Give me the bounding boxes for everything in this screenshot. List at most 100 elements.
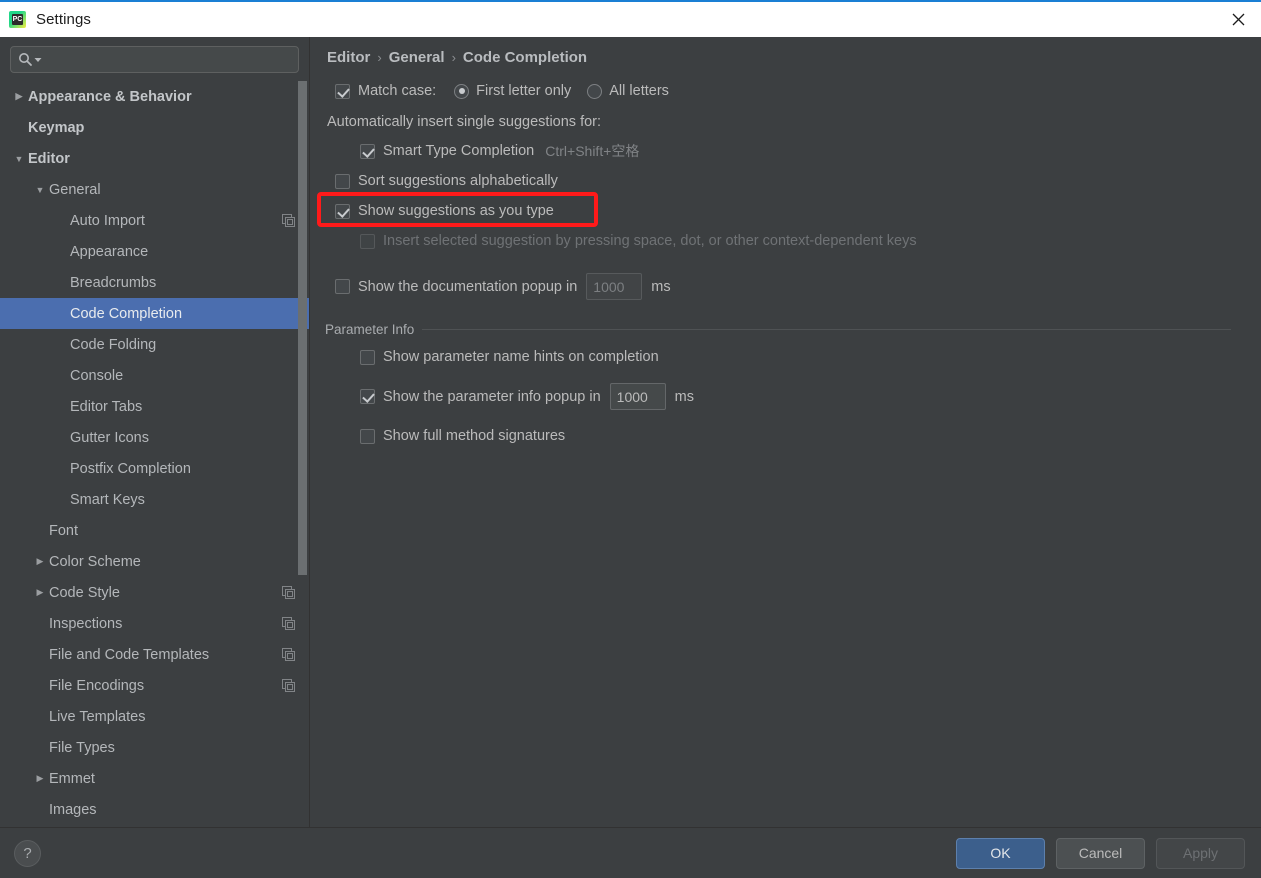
chevron-right-icon[interactable]: ▶: [31, 773, 49, 784]
sort-alphabetically-checkbox[interactable]: [335, 173, 350, 189]
doc-popup-unit: ms: [651, 278, 671, 295]
sidebar-scrollbar-thumb[interactable]: [298, 81, 307, 575]
breadcrumb-item-general[interactable]: General: [389, 49, 445, 66]
sidebar-item-file-types[interactable]: File Types: [0, 732, 309, 763]
window-title: Settings: [36, 11, 91, 28]
sidebar-item-editor[interactable]: ▼ Editor: [0, 143, 309, 174]
pycharm-icon: PC: [9, 11, 26, 28]
sidebar-item-label: Console: [70, 367, 124, 384]
breadcrumb-item-code-completion: Code Completion: [462, 49, 588, 66]
sidebar-item-label: Color Scheme: [49, 553, 141, 570]
sidebar-item-keymap[interactable]: Keymap: [0, 112, 309, 143]
sidebar-item-label: Inspections: [49, 615, 123, 632]
sidebar-item-label: Postfix Completion: [70, 460, 191, 477]
sidebar-scrollbar[interactable]: [298, 81, 307, 823]
sidebar-item-label: Breadcrumbs: [70, 274, 157, 291]
search-input[interactable]: [46, 52, 291, 67]
help-button[interactable]: ?: [14, 839, 41, 867]
sidebar-item-label: Live Templates: [49, 708, 146, 725]
sidebar-item-images[interactable]: Images: [0, 794, 309, 823]
breadcrumb: Editor › General › Code Completion: [325, 49, 1239, 66]
show-suggestions-checkbox[interactable]: [335, 203, 350, 219]
chevron-right-icon[interactable]: ▶: [31, 556, 49, 567]
sidebar-item-label: Smart Keys: [70, 491, 145, 508]
close-icon: [1232, 13, 1244, 26]
info-popup-delay-input[interactable]: [609, 383, 666, 410]
info-popup-label: Show the parameter info popup in: [383, 388, 601, 405]
sidebar-item-auto-import[interactable]: Auto Import: [0, 205, 309, 236]
sidebar-item-label: Font: [49, 522, 79, 539]
search-box[interactable]: [10, 46, 299, 73]
sidebar-item-file-encodings[interactable]: File Encodings: [0, 670, 309, 701]
search-container: [0, 37, 309, 81]
sidebar-item-font[interactable]: Font: [0, 515, 309, 546]
sidebar-item-breadcrumbs[interactable]: Breadcrumbs: [0, 267, 309, 298]
close-button[interactable]: [1215, 2, 1261, 37]
sidebar-item-gutter-icons[interactable]: Gutter Icons: [0, 422, 309, 453]
sidebar-item-code-style[interactable]: ▶ Code Style: [0, 577, 309, 608]
settings-tree: ▶ Appearance & Behavior Keymap ▼ Editor ▼ Gene…: [0, 81, 309, 823]
show-suggestions-label: Show suggestions as you type: [358, 203, 554, 219]
breadcrumb-item-editor[interactable]: Editor: [327, 49, 370, 66]
name-hints-checkbox[interactable]: [360, 349, 375, 365]
info-popup-checkbox[interactable]: [360, 389, 375, 404]
settings-sidebar: ▶ Appearance & Behavior Keymap ▼ Editor ▼ Gene…: [0, 37, 310, 827]
title-bar: PC Settings: [0, 0, 1261, 37]
insert-selected-checkbox[interactable]: [360, 233, 375, 249]
chevron-right-icon[interactable]: ▶: [31, 587, 49, 598]
copy-icon[interactable]: [282, 648, 295, 661]
sidebar-item-emmet[interactable]: ▶ Emmet: [0, 763, 309, 794]
sidebar-item-label: Code Style: [49, 584, 120, 601]
all-letters-radio[interactable]: [587, 83, 603, 99]
apply-button[interactable]: Apply: [1156, 837, 1245, 869]
sidebar-item-label: Images: [49, 801, 97, 818]
sidebar-item-inspections[interactable]: Inspections: [0, 608, 309, 639]
info-popup-unit: ms: [674, 388, 694, 405]
group-divider: [422, 329, 1231, 330]
sidebar-item-label: File and Code Templates: [49, 646, 210, 663]
smart-type-row: Smart Type Completion Ctrl+Shift+空格: [360, 139, 1239, 163]
sidebar-item-code-completion[interactable]: Code Completion: [0, 298, 309, 329]
sidebar-item-general[interactable]: ▼ General: [0, 174, 309, 205]
sidebar-item-file-and-code-templates[interactable]: File and Code Templates: [0, 639, 309, 670]
sidebar-item-postfix-completion[interactable]: Postfix Completion: [0, 453, 309, 484]
sidebar-item-label: File Encodings: [49, 677, 145, 694]
name-hints-label: Show parameter name hints on completion: [383, 349, 659, 365]
full-signatures-checkbox[interactable]: [360, 428, 375, 444]
doc-popup-checkbox[interactable]: [335, 279, 350, 294]
sidebar-item-color-scheme[interactable]: ▶ Color Scheme: [0, 546, 309, 577]
insert-selected-row: Insert selected suggestion by pressing s…: [360, 229, 1239, 253]
sidebar-item-console[interactable]: Console: [0, 360, 309, 391]
parameter-info-title: Parameter Info: [325, 322, 415, 337]
chevron-down-icon[interactable]: ▼: [31, 185, 49, 195]
sidebar-item-code-folding[interactable]: Code Folding: [0, 329, 309, 360]
chevron-down-icon[interactable]: ▼: [10, 154, 28, 164]
ok-button[interactable]: OK: [956, 837, 1045, 869]
first-letter-only-radio[interactable]: [454, 83, 470, 99]
sidebar-item-live-templates[interactable]: Live Templates: [0, 701, 309, 732]
sidebar-item-label: Keymap: [28, 119, 85, 136]
auto-insert-header: Automatically insert single suggestions …: [327, 114, 602, 130]
copy-icon[interactable]: [282, 214, 295, 227]
smart-type-checkbox[interactable]: [360, 143, 375, 159]
parameter-info-group-header: Parameter Info: [325, 322, 1239, 337]
sidebar-item-editor-tabs[interactable]: Editor Tabs: [0, 391, 309, 422]
copy-icon[interactable]: [282, 617, 295, 630]
all-letters-label: All letters: [609, 83, 669, 99]
cancel-button[interactable]: Cancel: [1056, 837, 1145, 869]
sidebar-item-label: Auto Import: [70, 212, 145, 229]
match-case-checkbox[interactable]: [335, 83, 350, 99]
smart-type-shortcut: Ctrl+Shift+空格: [545, 143, 640, 159]
doc-popup-row: Show the documentation popup in ms: [335, 273, 1239, 300]
chevron-right-icon[interactable]: ▶: [10, 91, 28, 102]
sidebar-item-label: File Types: [49, 739, 115, 756]
copy-icon[interactable]: [282, 586, 295, 599]
sidebar-item-smart-keys[interactable]: Smart Keys: [0, 484, 309, 515]
dialog-footer: ? OK Cancel Apply: [0, 827, 1261, 878]
match-case-label: Match case:: [358, 83, 437, 99]
sidebar-item-appearance[interactable]: Appearance: [0, 236, 309, 267]
sidebar-item-appearance-behavior[interactable]: ▶ Appearance & Behavior: [0, 81, 309, 112]
settings-content: Editor › General › Code Completion Match…: [311, 37, 1261, 827]
doc-popup-delay-input[interactable]: [586, 273, 643, 300]
copy-icon[interactable]: [282, 679, 295, 692]
